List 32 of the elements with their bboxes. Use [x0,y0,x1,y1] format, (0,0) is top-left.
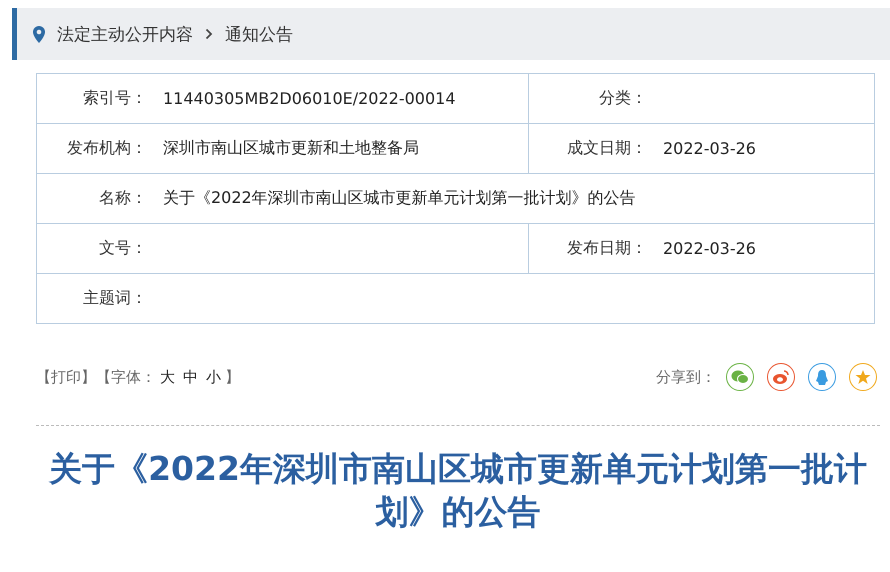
field-value: 2022-03-26 [663,139,756,158]
share-button[interactable] [767,363,795,391]
article-title: 关于《2022年深圳市南山区城市更新单元计划第一批计划》的公告 [48,448,868,533]
chat-bubbles-icon [731,369,749,385]
star-icon [855,369,871,385]
breadcrumb-link[interactable]: 法定主动公开内容 [57,22,193,46]
share-button[interactable] [808,363,836,391]
location-pin-icon [33,26,45,42]
penguin-icon [815,368,829,386]
field-label: 分类： [598,88,648,109]
field-label: 文号： [98,238,148,259]
share-label: 分享到： [656,368,716,386]
field-value: 深圳市南山区城市更新和土地整备局 [163,138,419,159]
share-button[interactable] [849,363,877,391]
field-label: 发布日期： [566,238,648,259]
share-button[interactable] [726,363,754,391]
field-value: 11440305MB2D06010E/2022-00014 [163,89,456,108]
field-value: 关于《2022年深圳市南山区城市更新单元计划第一批计划》的公告 [163,188,636,209]
field-label: 主题词： [82,288,148,309]
field-value: 2022-03-26 [663,239,756,258]
field-label: 索引号： [82,88,148,109]
print-link[interactable]: 【打印】 [36,368,96,386]
font-size-label: 【字体： [96,368,156,386]
field-label: 发布机构： [66,138,148,159]
field-label: 成文日期： [566,138,648,159]
chevron-right-icon [205,28,213,40]
breadcrumb-link[interactable]: 通知公告 [225,22,293,46]
font-size-link[interactable]: 大 [160,368,175,386]
field-label: 名称： [98,188,148,209]
bracket-text: 】 [225,368,240,386]
font-size-link[interactable]: 中 [183,368,198,386]
font-size-link[interactable]: 小 [206,368,221,386]
